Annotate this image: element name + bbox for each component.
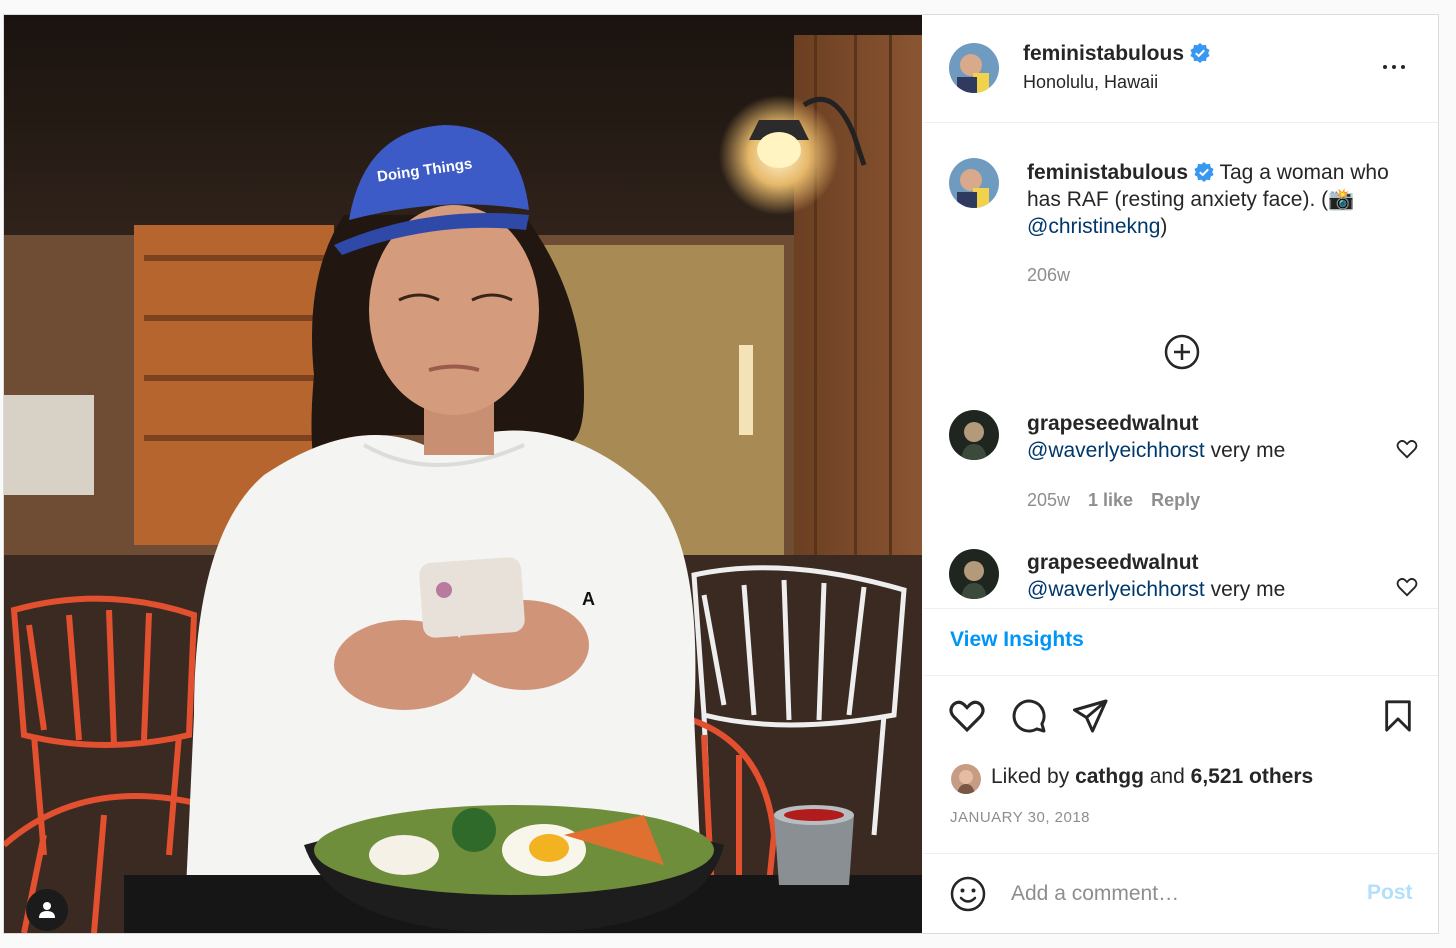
caption-avatar-image [949, 158, 999, 208]
add-comment-bar: Post [923, 854, 1438, 933]
comment-button[interactable] [1009, 696, 1049, 736]
comment-like-icon[interactable] [1396, 439, 1418, 459]
comment-likes[interactable]: 1 like [1088, 490, 1133, 510]
view-insights-link[interactable]: View Insights [950, 628, 1084, 652]
comment-text: grapeseedwalnut @waverlyeichhorst very m… [1027, 549, 1417, 603]
post-location[interactable]: Honolulu, Hawaii [1023, 72, 1158, 93]
comment-body: very me [1210, 578, 1286, 601]
author-line: feministabulous [1023, 42, 1210, 66]
comment-username[interactable]: grapeseedwalnut [1027, 551, 1199, 574]
post-actions: Liked by cathgg and 6,521 others JANUARY… [923, 676, 1438, 854]
author-avatar[interactable] [949, 43, 999, 93]
comment-age[interactable]: 205w [1027, 490, 1070, 510]
bookmark-icon [1385, 700, 1411, 732]
verified-icon [1190, 43, 1210, 63]
comments-list: feministabulous Tag a woman who has RAF … [923, 123, 1438, 609]
liked-by-others[interactable]: 6,521 others [1191, 765, 1314, 788]
author-username[interactable]: feministabulous [1023, 42, 1184, 65]
caption-text: feministabulous Tag a woman who has RAF … [1027, 159, 1417, 240]
share-button[interactable] [1071, 696, 1111, 736]
post-side-panel: feministabulous Honolulu, Hawaii feminis… [923, 15, 1438, 933]
comment-text: grapeseedwalnut @waverlyeichhorst very m… [1027, 410, 1417, 464]
liked-by-prefix: Liked by [991, 765, 1070, 788]
comment-body: very me [1210, 439, 1286, 462]
caption-age[interactable]: 206w [1027, 265, 1070, 286]
like-button[interactable] [947, 696, 987, 736]
caption-avatar[interactable] [949, 158, 999, 208]
user-tag-icon [39, 902, 55, 918]
liker-avatar[interactable] [951, 764, 981, 794]
emoji-icon[interactable] [949, 875, 987, 913]
more-icon [1383, 65, 1387, 69]
comment-mention[interactable]: @waverlyeichhorst [1027, 578, 1205, 601]
comment-icon [1012, 699, 1046, 733]
caption-mention[interactable]: @christinekng [1027, 215, 1160, 238]
photo-illustration: Doing Things A [4, 15, 922, 933]
comment-like-icon[interactable] [1396, 577, 1418, 597]
comment-input[interactable] [1009, 876, 1353, 912]
more-options-button[interactable] [1381, 55, 1411, 79]
comment-reply-button[interactable]: Reply [1151, 490, 1200, 510]
more-icon-dot [1392, 65, 1396, 69]
commenter-avatar-image [949, 410, 999, 460]
post-header: feministabulous Honolulu, Hawaii [923, 15, 1438, 123]
commenter-avatar[interactable] [949, 549, 999, 599]
liker-avatar-image [951, 764, 981, 794]
caption-author[interactable]: feministabulous [1027, 161, 1188, 184]
caption-close: ) [1160, 215, 1168, 238]
liked-by-user[interactable]: cathgg [1075, 765, 1144, 788]
author-avatar-image [949, 43, 999, 93]
comment-meta: 205w 1 like Reply [1027, 490, 1200, 511]
post-photo[interactable]: Doing Things A [4, 15, 922, 933]
post-date[interactable]: JANUARY 30, 2018 [950, 809, 1090, 826]
heart-icon [949, 700, 985, 733]
commenter-avatar[interactable] [949, 410, 999, 460]
comment-mention[interactable]: @waverlyeichhorst [1027, 439, 1205, 462]
liked-by-and: and [1149, 765, 1185, 788]
share-icon [1073, 699, 1108, 733]
sweater-text: A [582, 589, 595, 609]
more-icon-dot [1401, 65, 1405, 69]
insights-bar: View Insights [923, 609, 1438, 676]
post-comment-button[interactable]: Post [1367, 881, 1413, 905]
verified-icon [1194, 162, 1214, 182]
add-comment-icon[interactable] [1163, 333, 1201, 371]
user-tag-button[interactable] [26, 889, 68, 931]
liked-by-text: Liked by cathgg and 6,521 others [991, 765, 1313, 789]
comment-username[interactable]: grapeseedwalnut [1027, 412, 1199, 435]
commenter-avatar-image [949, 549, 999, 599]
save-button[interactable] [1378, 696, 1418, 736]
